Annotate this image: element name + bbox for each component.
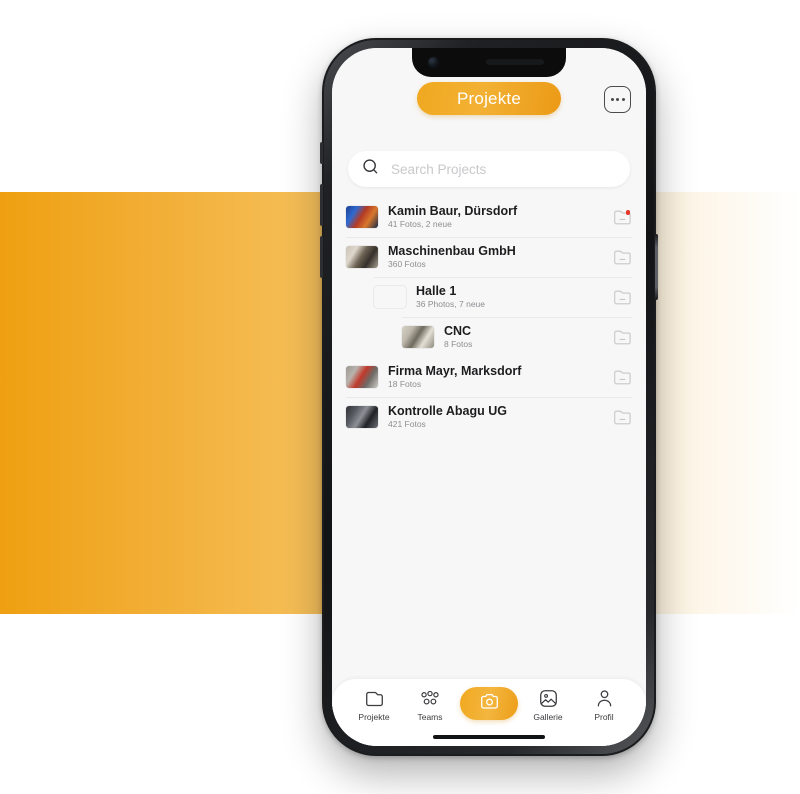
project-text: Halle 1 36 Photos, 7 neue bbox=[416, 284, 613, 310]
project-thumbnail bbox=[346, 206, 378, 228]
folder-collapse-icon[interactable] bbox=[613, 289, 632, 306]
project-subtitle: 41 Fotos, 2 neue bbox=[388, 219, 452, 229]
project-thumbnail bbox=[346, 406, 378, 428]
project-text: Kamin Baur, Dürsdorf 41 Fotos, 2 neue bbox=[388, 204, 613, 230]
project-title: Firma Mayr, Marksdorf bbox=[388, 364, 522, 378]
project-title: CNC bbox=[444, 324, 472, 338]
volume-up-button[interactable] bbox=[320, 184, 323, 226]
search-icon bbox=[362, 158, 379, 180]
project-row[interactable]: Kamin Baur, Dürsdorf 41 Fotos, 2 neue bbox=[332, 197, 646, 237]
silent-switch[interactable] bbox=[320, 142, 323, 164]
tab-profil[interactable]: Profil bbox=[578, 688, 630, 722]
project-row[interactable]: Kontrolle Abagu UG 421 Fotos bbox=[332, 397, 646, 437]
tab-gallerie[interactable]: Gallerie bbox=[522, 688, 574, 722]
tab-teams-label: Teams bbox=[417, 712, 443, 722]
project-title: Maschinenbau GmbH bbox=[388, 244, 516, 258]
project-subtitle: 8 Fotos bbox=[444, 339, 473, 349]
project-subtitle: 36 Photos, 7 neue bbox=[416, 299, 486, 309]
folder-collapse-icon[interactable] bbox=[613, 209, 632, 226]
search-placeholder-text: Search Projects bbox=[391, 161, 487, 177]
tab-projekte[interactable]: Projekte bbox=[348, 688, 400, 722]
project-thumbnail bbox=[402, 326, 434, 348]
folder-collapse-icon[interactable] bbox=[613, 249, 632, 266]
front-camera-icon bbox=[428, 57, 439, 68]
project-row[interactable]: CNC 8 Fotos bbox=[332, 317, 646, 357]
power-button[interactable] bbox=[655, 234, 658, 300]
project-list[interactable]: Kamin Baur, Dürsdorf 41 Fotos, 2 neue Masc… bbox=[332, 197, 646, 679]
tab-gallerie-label: Gallerie bbox=[533, 712, 563, 722]
folder-icon bbox=[365, 688, 384, 709]
project-row[interactable]: Firma Mayr, Marksdorf 18 Fotos bbox=[332, 357, 646, 397]
project-subtitle: 421 Fotos bbox=[388, 419, 426, 429]
camera-icon bbox=[479, 692, 500, 716]
app-root: Projekte Search Projects Kamin Baur, Dür… bbox=[332, 48, 646, 746]
more-options-button[interactable] bbox=[604, 86, 631, 113]
project-text: CNC 8 Fotos bbox=[444, 324, 613, 350]
phone-screen: Projekte Search Projects Kamin Baur, Dür… bbox=[332, 48, 646, 746]
project-title: Kamin Baur, Dürsdorf bbox=[388, 204, 518, 218]
search-section: Search Projects bbox=[332, 143, 646, 197]
project-thumbnail bbox=[346, 246, 378, 268]
device-notch bbox=[412, 48, 566, 77]
project-text: Firma Mayr, Marksdorf 18 Fotos bbox=[388, 364, 613, 390]
tab-profil-label: Profil bbox=[594, 712, 614, 722]
folder-collapse-icon[interactable] bbox=[613, 329, 632, 346]
project-thumbnail bbox=[346, 366, 378, 388]
project-title: Halle 1 bbox=[416, 284, 457, 298]
bottom-tab-bar: Projekte Teams Gallerie Profil bbox=[332, 679, 646, 746]
search-input[interactable]: Search Projects bbox=[348, 151, 630, 187]
project-text: Kontrolle Abagu UG 421 Fotos bbox=[388, 404, 613, 430]
project-title: Kontrolle Abagu UG bbox=[388, 404, 507, 418]
new-items-badge bbox=[625, 210, 630, 215]
tab-teams[interactable]: Teams bbox=[404, 688, 456, 722]
home-indicator bbox=[433, 735, 545, 739]
image-icon bbox=[539, 688, 558, 709]
project-subtitle: 360 Fotos bbox=[388, 259, 426, 269]
project-row[interactable]: Halle 1 36 Photos, 7 neue bbox=[332, 277, 646, 317]
tab-projekte-label: Projekte bbox=[358, 712, 390, 722]
volume-down-button[interactable] bbox=[320, 236, 323, 278]
page-title-pill[interactable]: Projekte bbox=[417, 82, 561, 115]
project-row[interactable]: Maschinenbau GmbH 360 Fotos bbox=[332, 237, 646, 277]
folder-collapse-icon[interactable] bbox=[613, 369, 632, 386]
person-icon bbox=[596, 688, 613, 709]
project-text: Maschinenbau GmbH 360 Fotos bbox=[388, 244, 613, 270]
earpiece-speaker bbox=[486, 59, 544, 65]
people-icon bbox=[419, 688, 441, 709]
camera-capture-button[interactable] bbox=[460, 687, 518, 720]
project-subtitle: 18 Fotos bbox=[388, 379, 422, 389]
project-thumbnail bbox=[374, 286, 406, 308]
folder-collapse-icon[interactable] bbox=[613, 409, 632, 426]
more-horizontal-icon bbox=[610, 98, 625, 101]
phone-device-frame: Projekte Search Projects Kamin Baur, Dür… bbox=[320, 38, 658, 756]
